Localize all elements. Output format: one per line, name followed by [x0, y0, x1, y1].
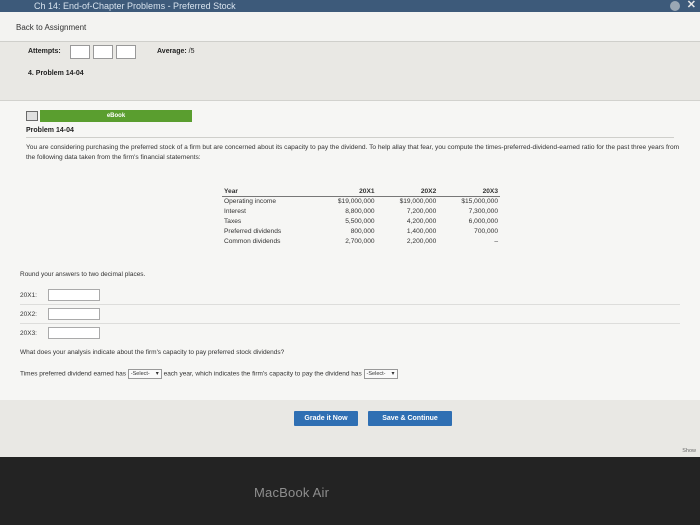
- row-label: Operating income: [224, 198, 277, 206]
- problem-description: You are considering purchasing the prefe…: [26, 144, 680, 161]
- divider: [20, 304, 680, 305]
- trend-select[interactable]: -Select- ▾: [127, 369, 162, 379]
- table-row: Operating income $19,000,000 $19,000,000…: [222, 197, 500, 207]
- chevron-down-icon: ▾: [155, 371, 159, 377]
- table-cell: $19,000,000: [399, 198, 437, 206]
- attempts-label: Attempts:: [28, 48, 61, 55]
- table-cell: 7,300,000: [468, 208, 498, 215]
- sentence-start: Times preferred dividend earned has: [20, 370, 126, 378]
- nav-bar: Back to Assignment: [0, 12, 700, 42]
- financial-data-table: Year 20X1 20X2 20X3 Operating income $19…: [222, 187, 500, 247]
- book-icon[interactable]: [26, 111, 38, 121]
- window-control-icon[interactable]: [670, 1, 680, 11]
- capacity-select-value: -Select-: [366, 371, 386, 377]
- device-label: MacBook Air: [254, 485, 330, 500]
- column-header: 20X3: [438, 187, 500, 197]
- table-header-row: Year 20X1 20X2 20X3: [222, 187, 500, 197]
- row-label: Common dividends: [224, 238, 281, 245]
- table-row: Preferred dividends 800,000 1,400,000 70…: [222, 227, 500, 237]
- table-cell: 5,500,000: [345, 218, 375, 225]
- table-cell: $15,000,000: [461, 198, 498, 206]
- average-label: Average:: [157, 48, 187, 55]
- row-label: Taxes: [224, 218, 242, 225]
- row-label: Preferred dividends: [224, 228, 282, 235]
- sentence-middle: each year, which indicates the firm's ca…: [163, 370, 362, 378]
- answer-label-20x2: 20X2:: [20, 311, 37, 318]
- answer-label-20x3: 20X3:: [20, 330, 37, 337]
- table-cell: 1,400,000: [406, 228, 437, 235]
- laptop-bezel: MacBook Air: [0, 457, 700, 525]
- divider: [26, 137, 674, 138]
- table-cell: 4,200,000: [406, 218, 437, 225]
- attempt-box: [116, 45, 136, 59]
- table-row: Taxes 5,500,000 4,200,000 6,000,000: [222, 217, 500, 227]
- table-cell: –: [494, 238, 498, 245]
- tab-title[interactable]: Ch 14: End-of-Chapter Problems - Preferr…: [34, 1, 236, 11]
- chevron-down-icon: ▾: [391, 371, 395, 377]
- save-and-continue-button[interactable]: Save & Continue: [368, 411, 452, 426]
- divider: [20, 323, 680, 324]
- close-icon[interactable]: ✕: [687, 0, 696, 11]
- column-header: Year: [222, 187, 315, 197]
- browser-tab-bar: Ch 14: End-of-Chapter Problems - Preferr…: [0, 0, 700, 12]
- assignment-screen: Back to Assignment Attempts: Average: /5…: [0, 12, 700, 457]
- problem-title: Problem 14-04: [26, 127, 74, 134]
- back-to-assignment-link[interactable]: Back to Assignment: [16, 23, 86, 32]
- table-cell: 8,800,000: [345, 208, 375, 215]
- table-row: Interest 8,800,000 7,200,000 7,300,000: [222, 207, 500, 217]
- answer-label-20x1: 20X1:: [20, 292, 37, 299]
- table-cell: $19,000,000: [337, 198, 375, 206]
- trend-select-value: -Select-: [130, 371, 150, 377]
- table-cell: 7,200,000: [406, 208, 437, 215]
- attempt-box: [93, 45, 113, 59]
- answer-input-20x3[interactable]: [48, 327, 100, 339]
- average-value: /5: [188, 48, 195, 55]
- table-row: Common dividends 2,700,000 2,200,000 –: [222, 237, 500, 247]
- column-header: 20X2: [376, 187, 439, 197]
- capacity-select[interactable]: -Select- ▾: [363, 369, 398, 379]
- table-cell: 2,700,000: [345, 238, 375, 245]
- problem-number: 4. Problem 14-04: [28, 70, 84, 77]
- column-header: 20X1: [314, 187, 377, 197]
- table-cell: 800,000: [350, 228, 375, 235]
- table-cell: 2,200,000: [406, 238, 437, 245]
- grade-it-now-button[interactable]: Grade it Now: [294, 411, 358, 426]
- analysis-question: What does your analysis indicate about t…: [20, 349, 285, 356]
- analysis-sentence: Times preferred dividend earned has -Sel…: [20, 369, 700, 379]
- ebook-button[interactable]: eBook: [40, 110, 192, 122]
- answer-input-20x2[interactable]: [48, 308, 100, 320]
- rounding-instruction: Round your answers to two decimal places…: [20, 271, 146, 278]
- table-cell: 6,000,000: [468, 218, 498, 225]
- answer-input-20x1[interactable]: [48, 289, 100, 301]
- row-label: Interest: [224, 208, 246, 215]
- attempt-box: [70, 45, 90, 59]
- table-cell: 700,000: [474, 228, 498, 235]
- problem-panel: eBook Problem 14-04 You are considering …: [0, 100, 700, 400]
- average-score: Average: /5: [157, 48, 195, 55]
- show-link[interactable]: Show: [682, 448, 696, 454]
